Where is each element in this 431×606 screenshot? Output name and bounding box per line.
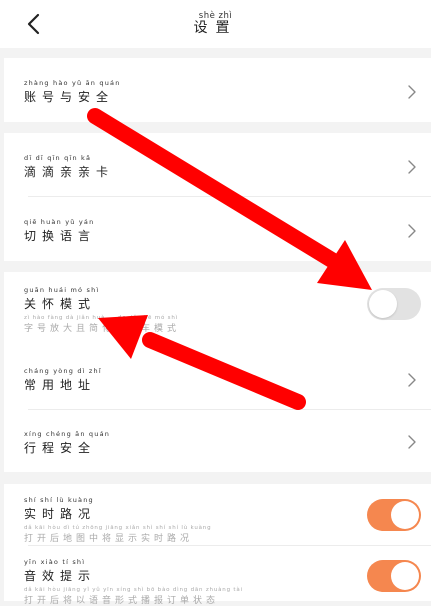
row-pinyin: xíng chéng ān quán bbox=[24, 430, 111, 438]
row-label: 行程安全 bbox=[24, 441, 97, 455]
row-pinyin: qiē huàn yǔ yán bbox=[24, 218, 95, 226]
row-desc: 打开后将以语音形式播报订单状态 bbox=[24, 596, 220, 606]
row-label: 滴滴亲亲卡 bbox=[24, 165, 115, 179]
page-title-text: 设置 bbox=[193, 20, 238, 37]
care-mode-toggle[interactable] bbox=[367, 288, 421, 320]
header-bar: shè zhì 设置 bbox=[0, 0, 431, 48]
setting-switch-language[interactable]: qiē huàn yǔ yán 切换语言 bbox=[4, 197, 431, 261]
page-title: shè zhì 设置 bbox=[194, 12, 238, 36]
setting-care-mode: guān huái mó shì 关怀模式 zì hào fàng dà jiǎ… bbox=[4, 272, 431, 352]
setting-trip-safety[interactable]: xíng chéng ān quán 行程安全 bbox=[4, 410, 431, 472]
row-pinyin: shí shí lù kuàng bbox=[24, 496, 94, 504]
setting-realtime-traffic: shí shí lù kuàng 实时路况 dǎ kāi hòu dì tú z… bbox=[4, 484, 431, 546]
row-pinyin: cháng yòng dì zhǐ bbox=[24, 367, 102, 375]
row-pinyin: zhàng hào yǔ ān quán bbox=[24, 79, 121, 87]
chevron-right-icon bbox=[407, 84, 417, 99]
realtime-traffic-toggle[interactable] bbox=[367, 499, 421, 531]
back-icon[interactable] bbox=[22, 12, 46, 36]
row-label: 切换语言 bbox=[24, 229, 97, 243]
row-pinyin: dī dī qīn qīn kǎ bbox=[24, 154, 92, 162]
row-label: 常用地址 bbox=[24, 378, 97, 392]
setting-account-security[interactable]: zhàng hào yǔ ān quán 账号与安全 bbox=[4, 58, 431, 122]
row-label: 关怀模式 bbox=[24, 297, 97, 311]
setting-common-addresses[interactable]: cháng yòng dì zhǐ 常用地址 bbox=[4, 346, 431, 410]
setting-sound-prompt: yīn xiào tí shì 音效提示 dǎ kāi hòu jiāng yǐ… bbox=[4, 546, 431, 606]
chevron-right-icon bbox=[407, 372, 417, 387]
row-label: 账号与安全 bbox=[24, 90, 115, 104]
row-desc: 打开后地图中将显示实时路况 bbox=[24, 534, 194, 544]
chevron-right-icon bbox=[407, 434, 417, 449]
row-pinyin: yīn xiào tí shì bbox=[24, 558, 86, 566]
sound-prompt-toggle[interactable] bbox=[367, 560, 421, 592]
chevron-right-icon bbox=[407, 223, 417, 238]
row-pinyin: guān huái mó shì bbox=[24, 286, 100, 294]
row-label: 音效提示 bbox=[24, 569, 97, 583]
row-label: 实时路况 bbox=[24, 507, 97, 521]
toggle-knob bbox=[391, 501, 419, 529]
setting-didi-family-card[interactable]: dī dī qīn qīn kǎ 滴滴亲亲卡 bbox=[4, 133, 431, 197]
toggle-knob bbox=[391, 562, 419, 590]
toggle-knob bbox=[369, 290, 397, 318]
chevron-right-icon bbox=[407, 159, 417, 174]
row-desc: 字号放大且简化的打车模式 bbox=[24, 324, 181, 334]
